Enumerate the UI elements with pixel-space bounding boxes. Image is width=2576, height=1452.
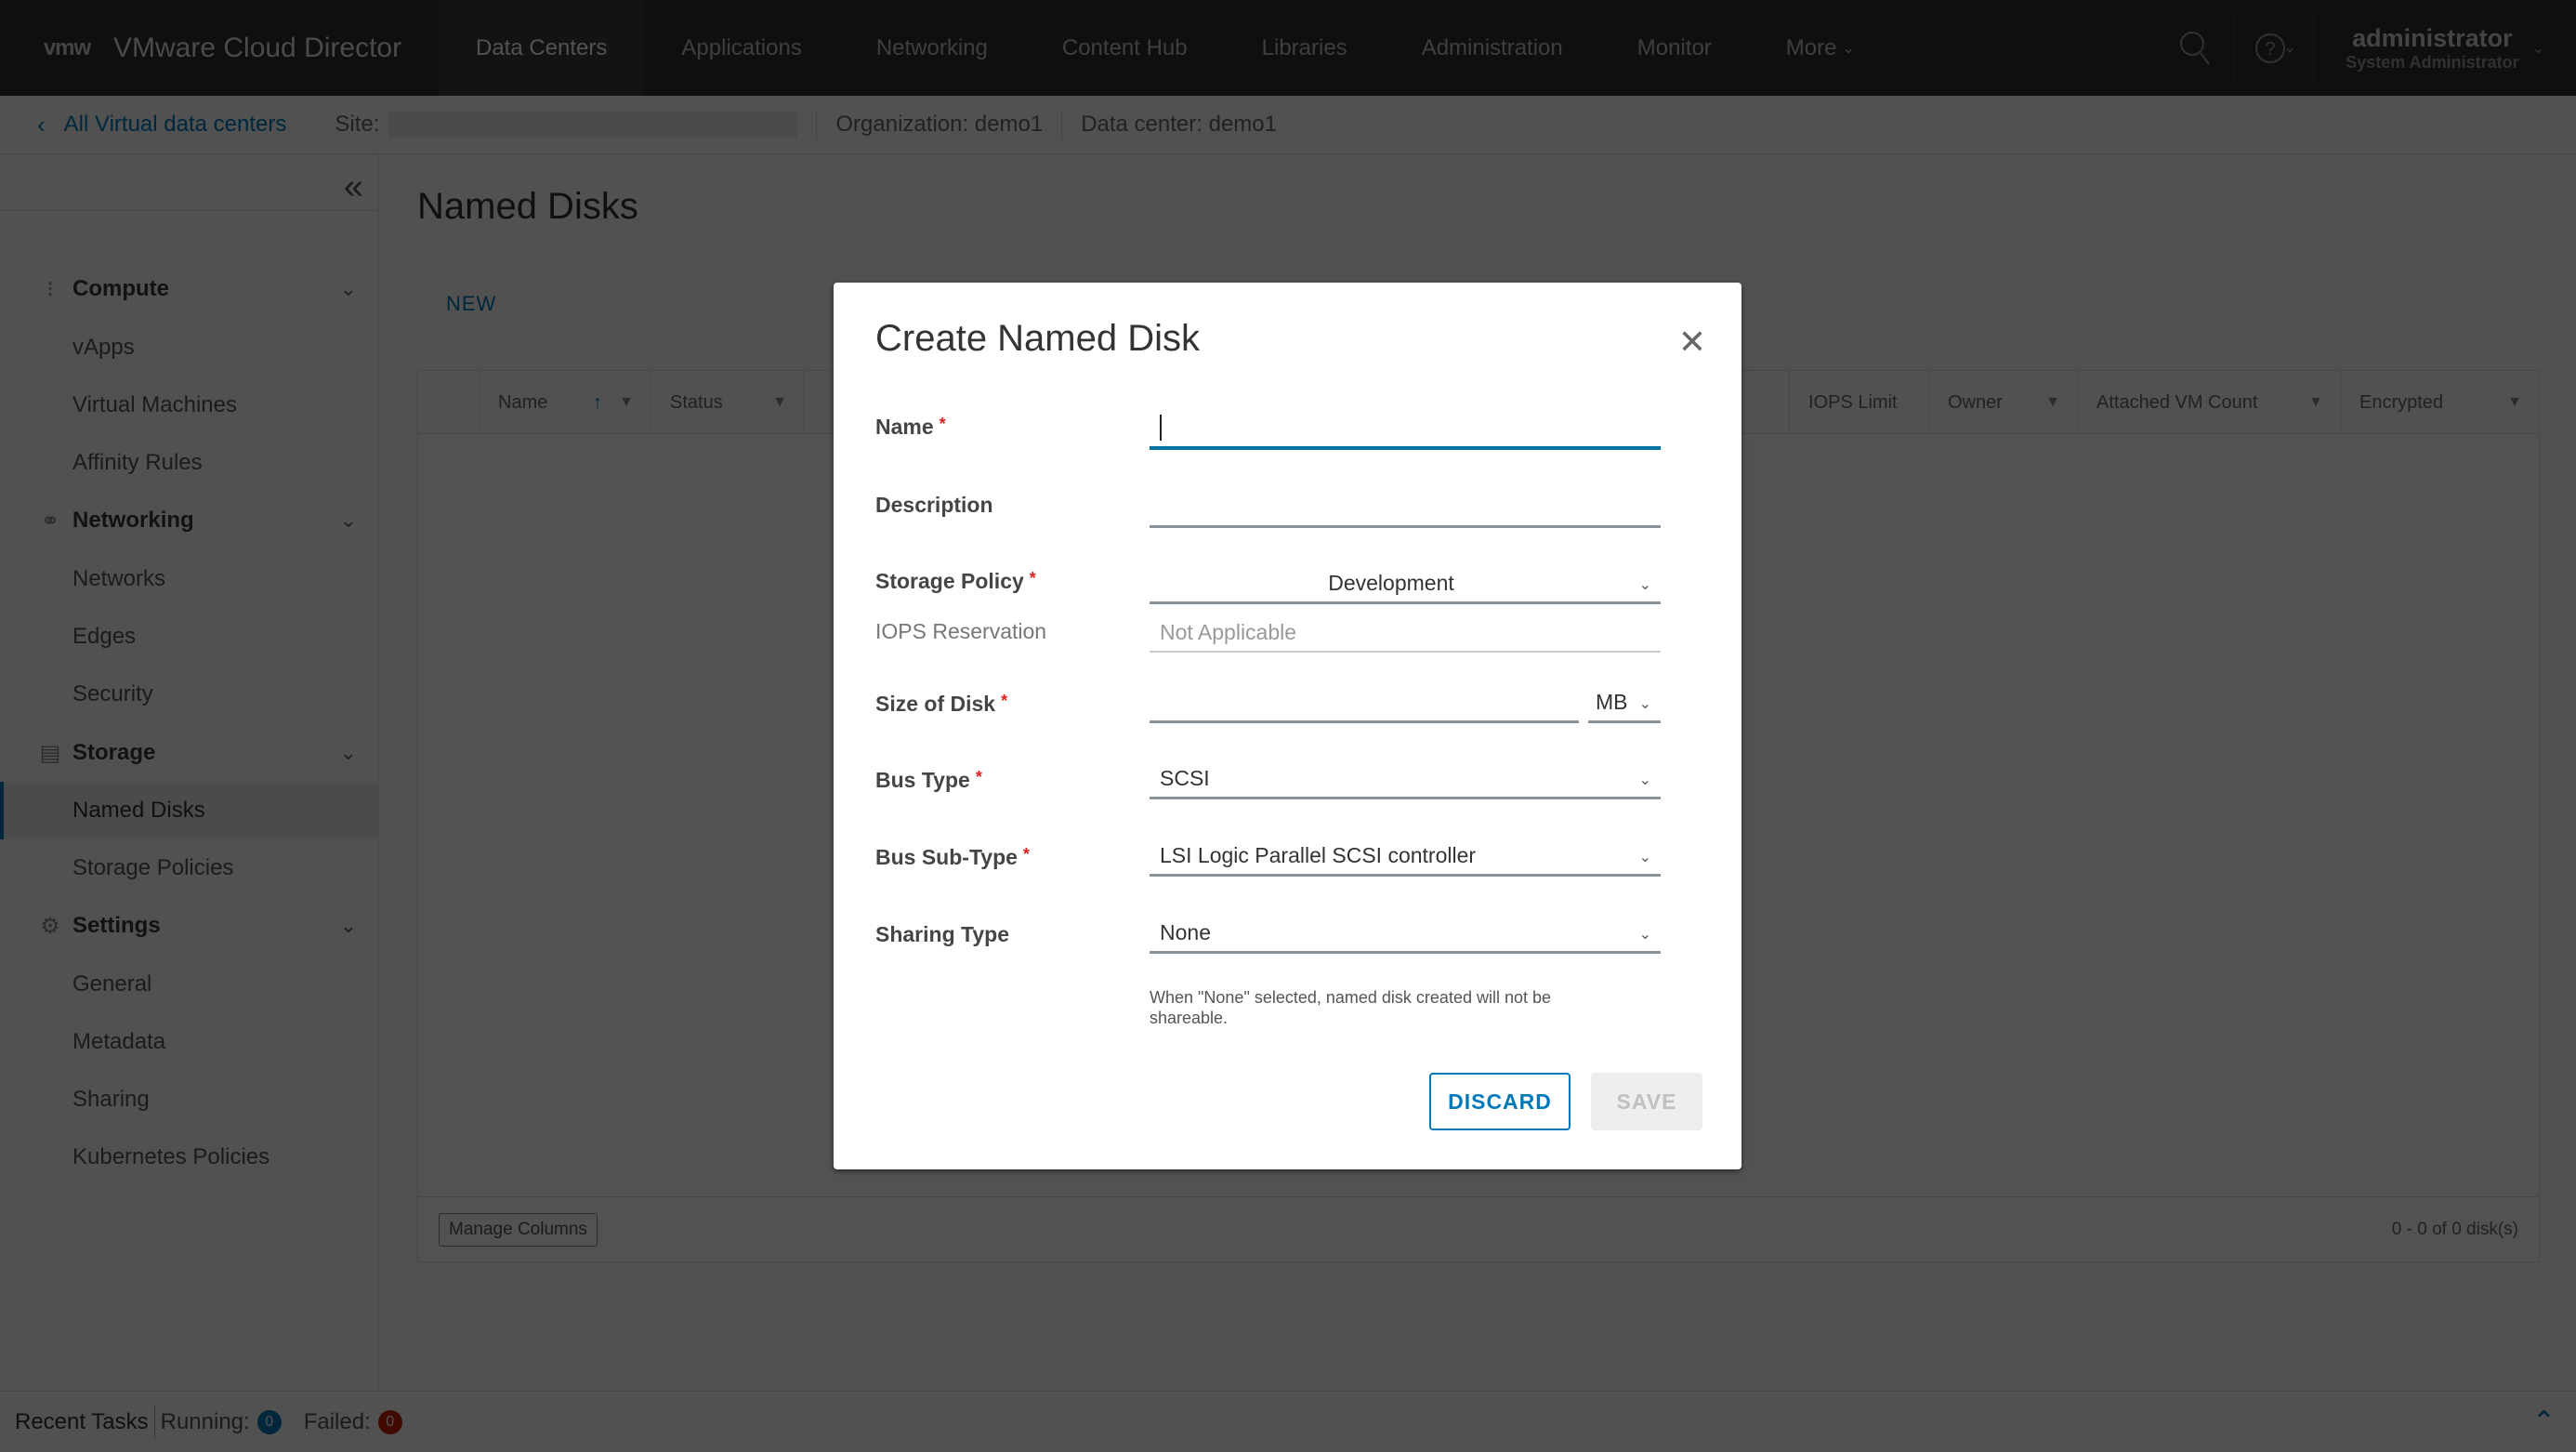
- iops-reservation-label: IOPS Reservation: [875, 619, 1047, 643]
- label-text: Size of Disk: [875, 692, 996, 716]
- storage-policy-value: Development: [1328, 571, 1454, 595]
- create-named-disk-dialog: Create Named Disk ✕ Name * Description St…: [834, 283, 1741, 1169]
- bus-sub-type-label: Bus Sub-Type *: [875, 845, 1030, 870]
- name-input[interactable]: [1150, 411, 1661, 446]
- sharing-type-helper-text: When "None" selected, named disk created…: [1150, 988, 1552, 1027]
- size-input[interactable]: [1150, 684, 1579, 719]
- storage-policy-label: Storage Policy *: [875, 569, 1036, 594]
- sharing-type-select[interactable]: None ⌄: [1150, 915, 1661, 954]
- label-text: Storage Policy: [875, 569, 1024, 593]
- chevron-down-icon: ⌄: [1638, 577, 1651, 593]
- discard-button[interactable]: DISCARD: [1429, 1073, 1571, 1130]
- chevron-down-icon: ⌄: [1638, 850, 1651, 865]
- close-icon[interactable]: ✕: [1678, 325, 1706, 359]
- chevron-down-icon: ⌄: [1638, 696, 1651, 712]
- required-indicator: *: [1001, 692, 1008, 710]
- required-indicator: *: [975, 768, 982, 786]
- size-input-wrapper: [1150, 684, 1579, 723]
- sharing-type-value: None: [1160, 920, 1211, 944]
- label-text: Name: [875, 415, 934, 439]
- name-input-wrapper: [1150, 411, 1661, 450]
- iops-reservation-input: Not Applicable: [1160, 620, 1297, 644]
- name-label: Name *: [875, 415, 946, 440]
- label-text: Bus Type: [875, 768, 970, 792]
- dialog-title: Create Named Disk: [875, 318, 1201, 359]
- description-input-wrapper: [1150, 489, 1661, 528]
- bus-sub-type-select[interactable]: LSI Logic Parallel SCSI controller ⌄: [1150, 838, 1661, 877]
- chevron-down-icon: ⌄: [1638, 927, 1651, 943]
- bus-type-select[interactable]: SCSI ⌄: [1150, 760, 1661, 799]
- size-of-disk-label: Size of Disk *: [875, 692, 1007, 717]
- storage-policy-select[interactable]: Development ⌄: [1150, 565, 1661, 604]
- description-input[interactable]: [1150, 489, 1661, 524]
- label-text: Bus Sub-Type: [875, 845, 1018, 869]
- text-cursor: [1160, 415, 1162, 441]
- iops-reservation-input-wrapper: Not Applicable: [1150, 614, 1661, 653]
- bus-type-value: SCSI: [1160, 766, 1210, 790]
- description-label: Description: [875, 493, 993, 517]
- chevron-down-icon: ⌄: [1638, 772, 1651, 788]
- required-indicator: *: [939, 415, 946, 433]
- size-unit-value: MB: [1596, 690, 1628, 714]
- bus-type-label: Bus Type *: [875, 768, 982, 793]
- bus-sub-type-value: LSI Logic Parallel SCSI controller: [1160, 843, 1477, 867]
- required-indicator: *: [1022, 845, 1030, 864]
- required-indicator: *: [1029, 569, 1036, 587]
- size-unit-select[interactable]: MB ⌄: [1588, 684, 1661, 723]
- sharing-type-label: Sharing Type: [875, 922, 1009, 946]
- save-button[interactable]: SAVE: [1591, 1073, 1702, 1130]
